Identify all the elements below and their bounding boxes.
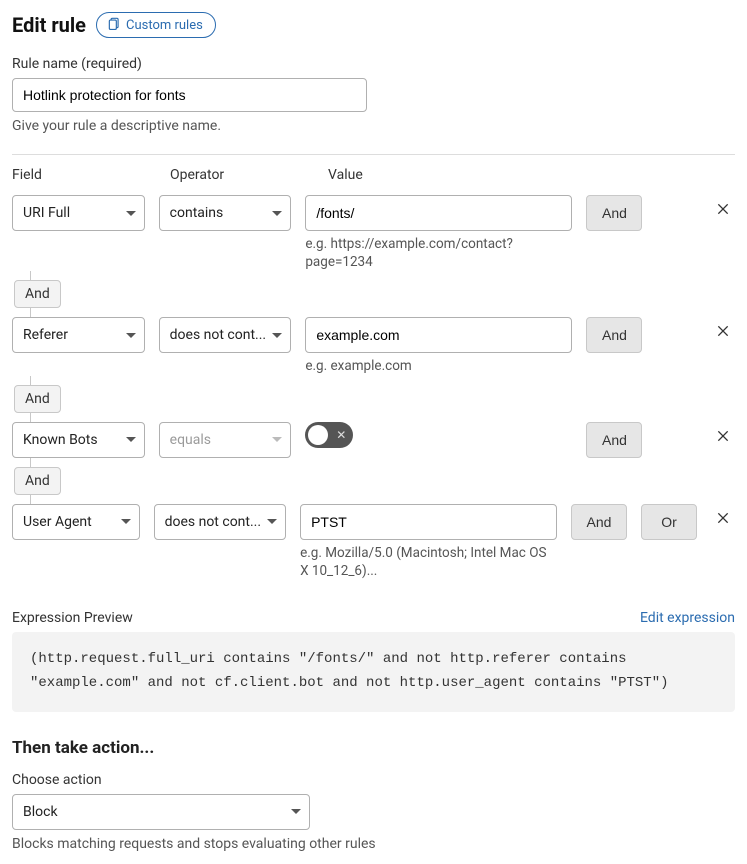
and-button-2[interactable]: And (586, 422, 642, 458)
and-button-0[interactable]: And (586, 195, 642, 231)
value-hint-0: e.g. https://example.com/contact?page=12… (305, 235, 572, 271)
and-button-1[interactable]: And (586, 317, 642, 353)
value-input-1[interactable] (305, 317, 572, 353)
operator-select-3[interactable]: does not cont... (154, 504, 286, 540)
custom-rules-label: Custom rules (126, 18, 203, 33)
field-select-text: URI Full (23, 205, 70, 221)
divider (12, 154, 735, 155)
joiner-badge-0: And (14, 280, 61, 308)
page-title: Edit rule (12, 13, 86, 37)
operator-select-text: contains (170, 205, 224, 221)
col-header-value: Value (328, 167, 618, 183)
value-toggle-2[interactable]: ✕ (305, 422, 353, 448)
preview-label: Expression Preview (12, 610, 133, 626)
chevron-down-icon (272, 333, 282, 338)
action-hint: Blocks matching requests and stops evalu… (12, 836, 735, 852)
value-input-3[interactable] (300, 504, 557, 540)
field-select-text: Referer (23, 327, 68, 343)
or-button-3[interactable]: Or (641, 504, 697, 540)
field-select-1[interactable]: Referer (12, 317, 145, 353)
delete-row-button-2[interactable] (709, 422, 737, 453)
operator-select-2: equals (159, 422, 292, 458)
field-select-3[interactable]: User Agent (12, 504, 140, 540)
value-input-0[interactable] (305, 195, 572, 231)
field-select-0[interactable]: URI Full (12, 195, 145, 231)
chevron-down-icon (126, 333, 136, 338)
field-select-2[interactable]: Known Bots (12, 422, 145, 458)
action-select[interactable]: Block (12, 794, 310, 830)
col-header-field: Field (12, 167, 156, 183)
value-hint-1: e.g. example.com (305, 357, 572, 375)
chevron-down-icon (272, 211, 282, 216)
action-select-text: Block (23, 804, 58, 820)
close-icon (715, 510, 731, 529)
action-heading: Then take action... (12, 738, 735, 758)
chevron-down-icon (126, 211, 136, 216)
chevron-down-icon (267, 519, 277, 524)
toggle-knob (308, 425, 328, 445)
action-label: Choose action (12, 772, 735, 788)
field-select-text: Known Bots (23, 432, 98, 448)
chevron-down-icon (121, 519, 131, 524)
operator-select-text: does not cont... (165, 514, 261, 530)
chevron-down-icon (272, 437, 282, 442)
close-icon (715, 201, 731, 220)
close-icon (715, 428, 731, 447)
chevron-down-icon (126, 437, 136, 442)
delete-row-button-3[interactable] (709, 504, 737, 535)
close-icon (715, 323, 731, 342)
chevron-down-icon (291, 809, 301, 814)
col-header-operator: Operator (170, 167, 314, 183)
expression-preview: (http.request.full_uri contains "/fonts/… (12, 632, 735, 712)
custom-rules-pill[interactable]: Custom rules (96, 12, 216, 38)
field-select-text: User Agent (23, 514, 92, 530)
operator-select-1[interactable]: does not cont... (159, 317, 292, 353)
joiner-badge-1: And (14, 385, 61, 413)
delete-row-button-1[interactable] (709, 317, 737, 348)
clipboard-icon (107, 16, 121, 34)
rule-name-hint: Give your rule a descriptive name. (12, 118, 735, 134)
edit-expression-link[interactable]: Edit expression (640, 610, 735, 626)
rule-name-input[interactable] (12, 78, 367, 112)
operator-select-text: does not cont... (170, 327, 266, 343)
toggle-off-icon: ✕ (336, 429, 346, 441)
value-hint-3: e.g. Mozilla/5.0 (Macintosh; Intel Mac O… (300, 544, 557, 580)
rule-name-label: Rule name (required) (12, 56, 735, 72)
operator-select-0[interactable]: contains (159, 195, 292, 231)
joiner-badge-2: And (14, 467, 61, 495)
and-button-3[interactable]: And (571, 504, 627, 540)
delete-row-button-0[interactable] (709, 195, 737, 226)
operator-select-text: equals (170, 432, 211, 448)
